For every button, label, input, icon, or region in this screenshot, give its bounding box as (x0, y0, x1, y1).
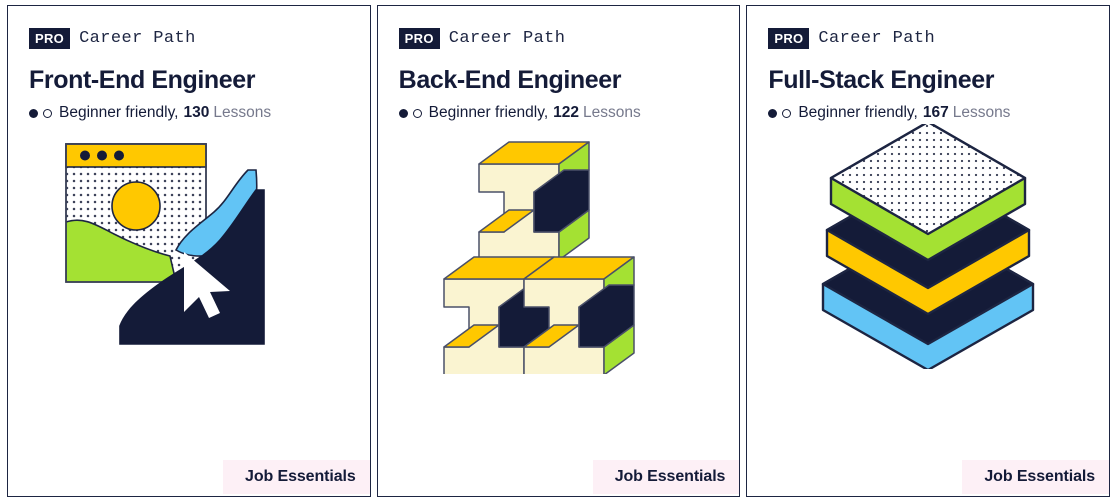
card-meta: Beginner friendly, 130 Lessons (29, 104, 370, 122)
card-footer: Job Essentials (223, 458, 370, 496)
difficulty-dots-icon (768, 108, 792, 118)
card-meta: Beginner friendly, 167 Lessons (768, 104, 1109, 122)
card-meta: Beginner friendly, 122 Lessons (398, 104, 740, 122)
pro-badge: PRO (398, 27, 440, 49)
lesson-label: Lessons (583, 104, 641, 121)
pro-badge: PRO (29, 27, 71, 49)
difficulty-dots-icon (29, 108, 52, 118)
job-essentials-badge: Job Essentials (223, 460, 370, 494)
lesson-count: 130 (183, 104, 210, 121)
difficulty-dot-filled (398, 108, 408, 118)
career-path-label: Career Path (818, 28, 936, 48)
lesson-count: 122 (553, 104, 580, 121)
illustration-isometric-i-beams (378, 122, 740, 496)
career-path-label: Career Path (79, 28, 196, 48)
card-footer: Job Essentials (962, 458, 1110, 496)
career-path-card-grid: PRO Career Path Front-End Engineer Begin… (0, 0, 1117, 502)
career-path-card-front-end[interactable]: PRO Career Path Front-End Engineer Begin… (7, 5, 371, 497)
difficulty-dots-icon (398, 108, 422, 118)
illustration-isometric-stacked-layers (747, 122, 1109, 496)
illustration-browser-landscape-cursor (8, 122, 370, 496)
difficulty-dot-hollow (412, 108, 422, 118)
lesson-count: 167 (922, 104, 949, 121)
job-essentials-badge: Job Essentials (592, 460, 740, 494)
card-title: Front-End Engineer (29, 66, 256, 94)
career-path-card-back-end[interactable]: PRO Career Path Back-End Engineer Beginn… (376, 5, 741, 497)
card-kicker: PRO Career Path (398, 27, 740, 49)
card-footer: Job Essentials (592, 458, 740, 496)
pro-badge: PRO (768, 27, 810, 49)
card-header: PRO Career Path Front-End Engineer Begin… (8, 6, 370, 122)
lesson-label: Lessons (952, 104, 1011, 121)
difficulty-dot-hollow (782, 108, 792, 118)
card-kicker: PRO Career Path (29, 27, 370, 49)
difficulty-label: Beginner friendly, (428, 104, 549, 121)
card-title: Full-Stack Engineer (768, 66, 995, 94)
card-title: Back-End Engineer (398, 66, 622, 94)
difficulty-label: Beginner friendly, (59, 104, 179, 121)
lesson-label: Lessons (213, 104, 272, 121)
difficulty-dot-filled (29, 108, 38, 118)
career-path-card-full-stack[interactable]: PRO Career Path Full-Stack Engineer Begi… (746, 5, 1111, 497)
difficulty-dot-filled (768, 108, 778, 118)
difficulty-label: Beginner friendly, (798, 104, 918, 121)
difficulty-dot-hollow (43, 108, 52, 118)
job-essentials-badge: Job Essentials (962, 460, 1110, 494)
card-header: PRO Career Path Full-Stack Engineer Begi… (747, 6, 1109, 122)
card-kicker: PRO Career Path (768, 27, 1109, 49)
card-header: PRO Career Path Back-End Engineer Beginn… (378, 6, 740, 122)
career-path-label: Career Path (448, 28, 566, 48)
